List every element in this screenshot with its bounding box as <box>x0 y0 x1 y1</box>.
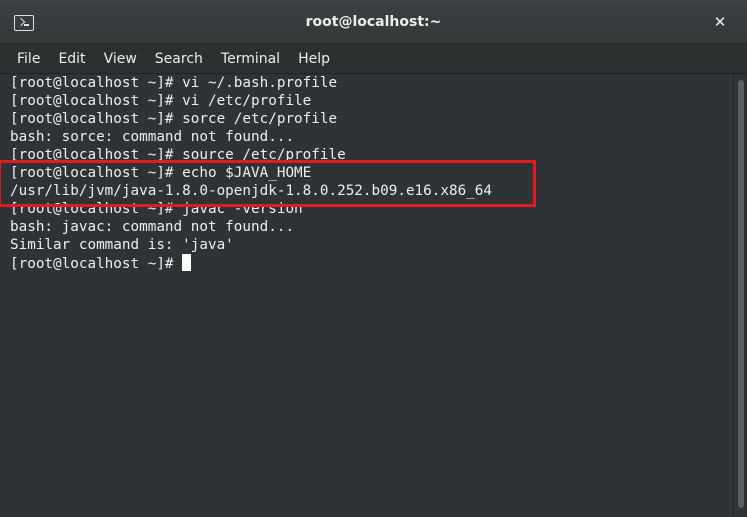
terminal-line: [root@localhost ~]# vi ~/.bash.profile <box>10 75 338 91</box>
text-cursor <box>181 254 191 271</box>
menu-edit[interactable]: Edit <box>49 44 94 74</box>
scrollbar-thumb[interactable] <box>738 80 744 508</box>
menu-view[interactable]: View <box>95 44 146 74</box>
close-icon[interactable]: ✕ <box>708 12 732 32</box>
terminal-line: bash: sorce: command not found... <box>10 129 295 145</box>
terminal-window: root@localhost:~ ✕ File Edit View Search… <box>0 0 747 517</box>
terminal-line: bash: javac: command not found... <box>10 219 295 235</box>
menu-file[interactable]: File <box>8 44 49 74</box>
menu-terminal[interactable]: Terminal <box>212 44 289 74</box>
terminal-line: [root@localhost ~]# sorce /etc/profile <box>10 111 338 127</box>
terminal-prompt-line[interactable]: [root@localhost ~]# <box>10 254 733 272</box>
terminal-prompt: [root@localhost ~]# <box>10 256 174 272</box>
menu-search[interactable]: Search <box>146 44 212 74</box>
terminal-output[interactable]: [root@localhost ~]# vi ~/.bash.profile [… <box>0 74 733 517</box>
menu-help[interactable]: Help <box>289 44 339 74</box>
window-title: root@localhost:~ <box>305 14 442 30</box>
terminal-line: Similar command is: 'java' <box>10 237 234 253</box>
scrollbar[interactable] <box>733 74 747 517</box>
menu-bar: File Edit View Search Terminal Help <box>0 44 747 74</box>
title-bar[interactable]: root@localhost:~ ✕ <box>0 0 747 44</box>
highlight-annotation-box <box>0 160 536 207</box>
terminal-line: [root@localhost ~]# vi /etc/profile <box>10 93 312 109</box>
